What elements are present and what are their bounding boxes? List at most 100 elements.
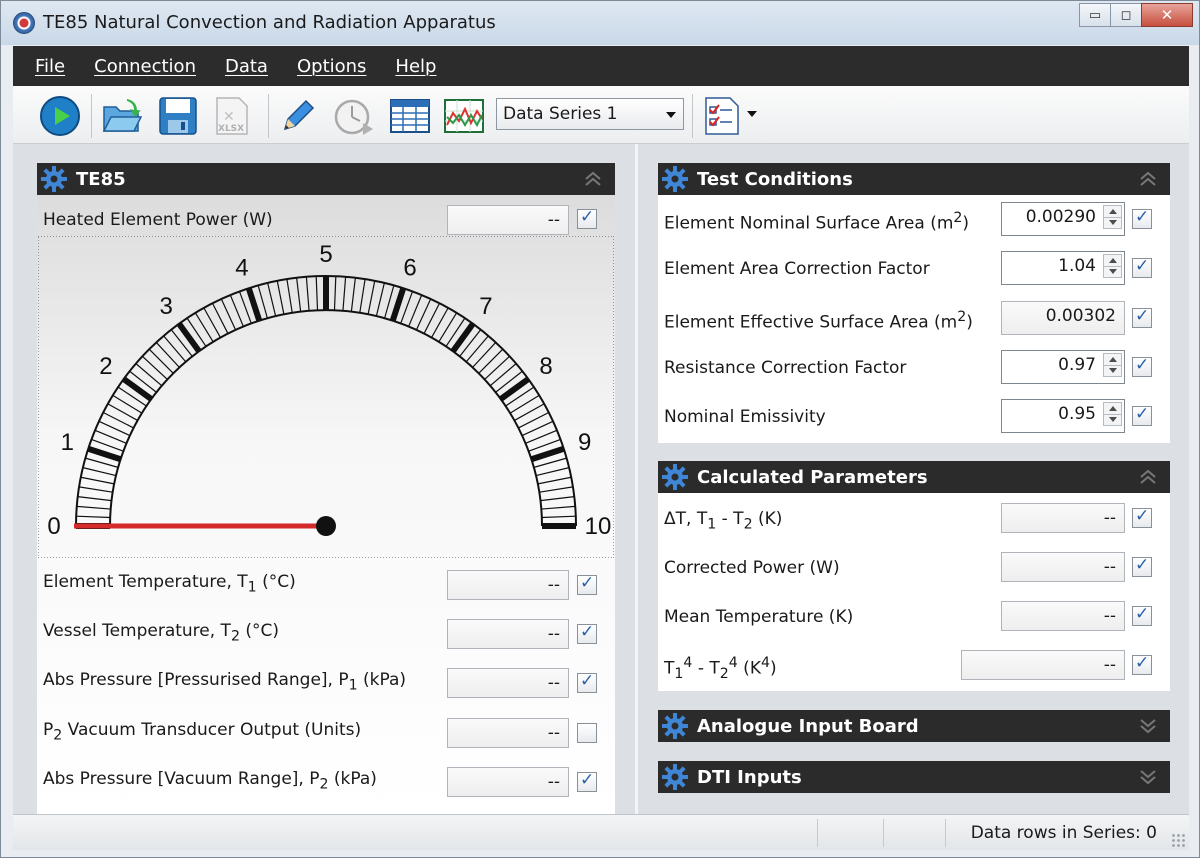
pencil-icon[interactable] bbox=[277, 95, 319, 137]
sensor-row-value: -- bbox=[447, 570, 569, 600]
gauge-minor-tick bbox=[82, 467, 117, 477]
collapse-chevron-icon[interactable] bbox=[1138, 169, 1158, 189]
table-icon[interactable] bbox=[389, 95, 431, 137]
gauge-scale-label: 3 bbox=[159, 293, 172, 320]
sensor-row-checkbox[interactable] bbox=[577, 671, 597, 693]
status-separator bbox=[817, 819, 818, 847]
gauge-minor-tick bbox=[478, 348, 504, 374]
toolbar-separator bbox=[692, 94, 693, 138]
maximize-button[interactable]: ◻ bbox=[1110, 3, 1142, 27]
gauge-scale-label: 4 bbox=[235, 254, 248, 281]
dti-inputs-header[interactable]: DTI Inputs bbox=[658, 761, 1170, 793]
gauge-minor-tick bbox=[431, 307, 449, 338]
gauge-minor-tick bbox=[333, 276, 337, 311]
gauge-minor-tick bbox=[135, 363, 163, 387]
sensor-row-checkbox[interactable] bbox=[577, 573, 597, 595]
sensor-row-value: -- bbox=[447, 767, 569, 797]
data-series-select[interactable]: Data Series 1 bbox=[496, 98, 684, 130]
svg-text:✕: ✕ bbox=[223, 109, 235, 125]
gauge-minor-tick bbox=[107, 403, 138, 421]
test-condition-checkbox[interactable] bbox=[1132, 404, 1152, 426]
minimize-icon: ▭ bbox=[1088, 7, 1102, 23]
gauge-minor-tick bbox=[78, 486, 113, 493]
heated-power-checkbox[interactable] bbox=[577, 207, 597, 229]
test-condition-label: Nominal Emissivity bbox=[664, 407, 826, 427]
toolbar-separator bbox=[91, 94, 92, 138]
test-condition-checkbox[interactable] bbox=[1132, 207, 1152, 229]
chevron-down-icon bbox=[666, 112, 676, 118]
gauge-minor-tick bbox=[342, 276, 347, 311]
panel-splitter[interactable] bbox=[635, 144, 638, 814]
spinner-icon[interactable] bbox=[1103, 254, 1122, 278]
spinner-icon[interactable] bbox=[1103, 205, 1122, 229]
test-condition-checkbox[interactable] bbox=[1132, 355, 1152, 377]
sensor-row-checkbox[interactable] bbox=[577, 723, 597, 743]
gauge-minor-tick bbox=[203, 307, 221, 338]
data-series-value: Data Series 1 bbox=[503, 104, 618, 124]
open-folder-icon[interactable] bbox=[101, 95, 143, 137]
status-separator bbox=[883, 819, 884, 847]
expand-chevron-icon[interactable] bbox=[1138, 716, 1158, 736]
test-conditions-header[interactable]: Test Conditions bbox=[658, 163, 1170, 195]
gear-icon bbox=[662, 764, 688, 790]
gauge-major-tick bbox=[450, 321, 476, 354]
timer-icon[interactable] bbox=[333, 95, 375, 137]
spinner-icon[interactable] bbox=[1103, 353, 1122, 377]
menu-file[interactable]: File bbox=[35, 56, 65, 77]
test-condition-input[interactable]: 1.04 bbox=[1001, 251, 1125, 285]
gauge-minor-tick bbox=[537, 476, 572, 485]
mean-temperature-checkbox[interactable] bbox=[1132, 604, 1152, 626]
calculated-parameters-header[interactable]: Calculated Parameters bbox=[658, 461, 1170, 493]
sensor-row-value: -- bbox=[447, 668, 569, 698]
chart-icon[interactable] bbox=[443, 95, 485, 137]
gear-icon bbox=[41, 166, 67, 192]
test-condition-checkbox[interactable] bbox=[1132, 256, 1152, 278]
expand-chevron-icon[interactable] bbox=[1138, 767, 1158, 787]
gauge-major-tick bbox=[87, 445, 122, 463]
test-condition-input[interactable]: 0.97 bbox=[1001, 350, 1125, 384]
gauge-major-tick bbox=[121, 376, 154, 402]
delta-t-label: ΔT, T1 - T2 (K) bbox=[664, 509, 783, 533]
menu-help[interactable]: Help bbox=[395, 56, 436, 77]
play-icon[interactable] bbox=[39, 95, 81, 137]
corrected-power-checkbox[interactable] bbox=[1132, 555, 1152, 577]
gauge-scale-label: 8 bbox=[539, 353, 552, 380]
power-gauge: 0 1 2 3 4 5 6 7 8 9 10 bbox=[38, 236, 614, 558]
delta-t-checkbox[interactable] bbox=[1132, 506, 1152, 528]
analogue-input-header[interactable]: Analogue Input Board bbox=[658, 710, 1170, 742]
sensor-row-checkbox[interactable] bbox=[577, 770, 597, 792]
menu-connection[interactable]: Connection bbox=[94, 56, 196, 77]
gauge-minor-tick bbox=[375, 282, 385, 317]
save-icon[interactable] bbox=[157, 95, 199, 137]
gauge-scale-label: 9 bbox=[578, 429, 591, 456]
t4-difference-checkbox[interactable] bbox=[1132, 653, 1152, 675]
gauge-minor-tick bbox=[142, 355, 168, 380]
gear-icon bbox=[662, 166, 688, 192]
checklist-icon[interactable] bbox=[701, 95, 743, 137]
te85-panel-header[interactable]: TE85 bbox=[37, 163, 615, 195]
test-condition-label: Element Nominal Surface Area (m2) bbox=[664, 210, 970, 234]
spinner-icon[interactable] bbox=[1103, 402, 1122, 426]
test-condition-input[interactable]: 0.00290 bbox=[1001, 202, 1125, 236]
gauge-major-tick bbox=[389, 287, 407, 322]
test-condition-input[interactable]: 0.95 bbox=[1001, 399, 1125, 433]
sensor-row-checkbox[interactable] bbox=[577, 622, 597, 644]
menu-options[interactable]: Options bbox=[297, 56, 366, 77]
title-bar[interactable]: TE85 Natural Convection and Radiation Ap… bbox=[1, 1, 1199, 45]
dti-inputs-title: DTI Inputs bbox=[697, 766, 802, 788]
gauge-minor-tick bbox=[541, 505, 576, 510]
close-icon: ✕ bbox=[1160, 6, 1174, 24]
export-xlsx-icon[interactable]: ✕ XLSX bbox=[211, 95, 253, 137]
dropdown-arrow-icon[interactable] bbox=[747, 111, 757, 119]
close-button[interactable]: ✕ bbox=[1141, 3, 1193, 27]
test-condition-checkbox[interactable] bbox=[1132, 306, 1152, 328]
corrected-power-label: Corrected Power (W) bbox=[664, 558, 840, 578]
menu-data[interactable]: Data bbox=[225, 56, 268, 77]
resize-grip-icon[interactable] bbox=[1171, 833, 1185, 847]
collapse-chevron-icon[interactable] bbox=[1138, 467, 1158, 487]
gauge-scale-label: 5 bbox=[319, 241, 332, 268]
gear-icon bbox=[662, 464, 688, 490]
minimize-button[interactable]: ▭ bbox=[1079, 3, 1111, 27]
collapse-chevron-icon[interactable] bbox=[583, 169, 603, 189]
sensor-row-value: -- bbox=[447, 619, 569, 649]
